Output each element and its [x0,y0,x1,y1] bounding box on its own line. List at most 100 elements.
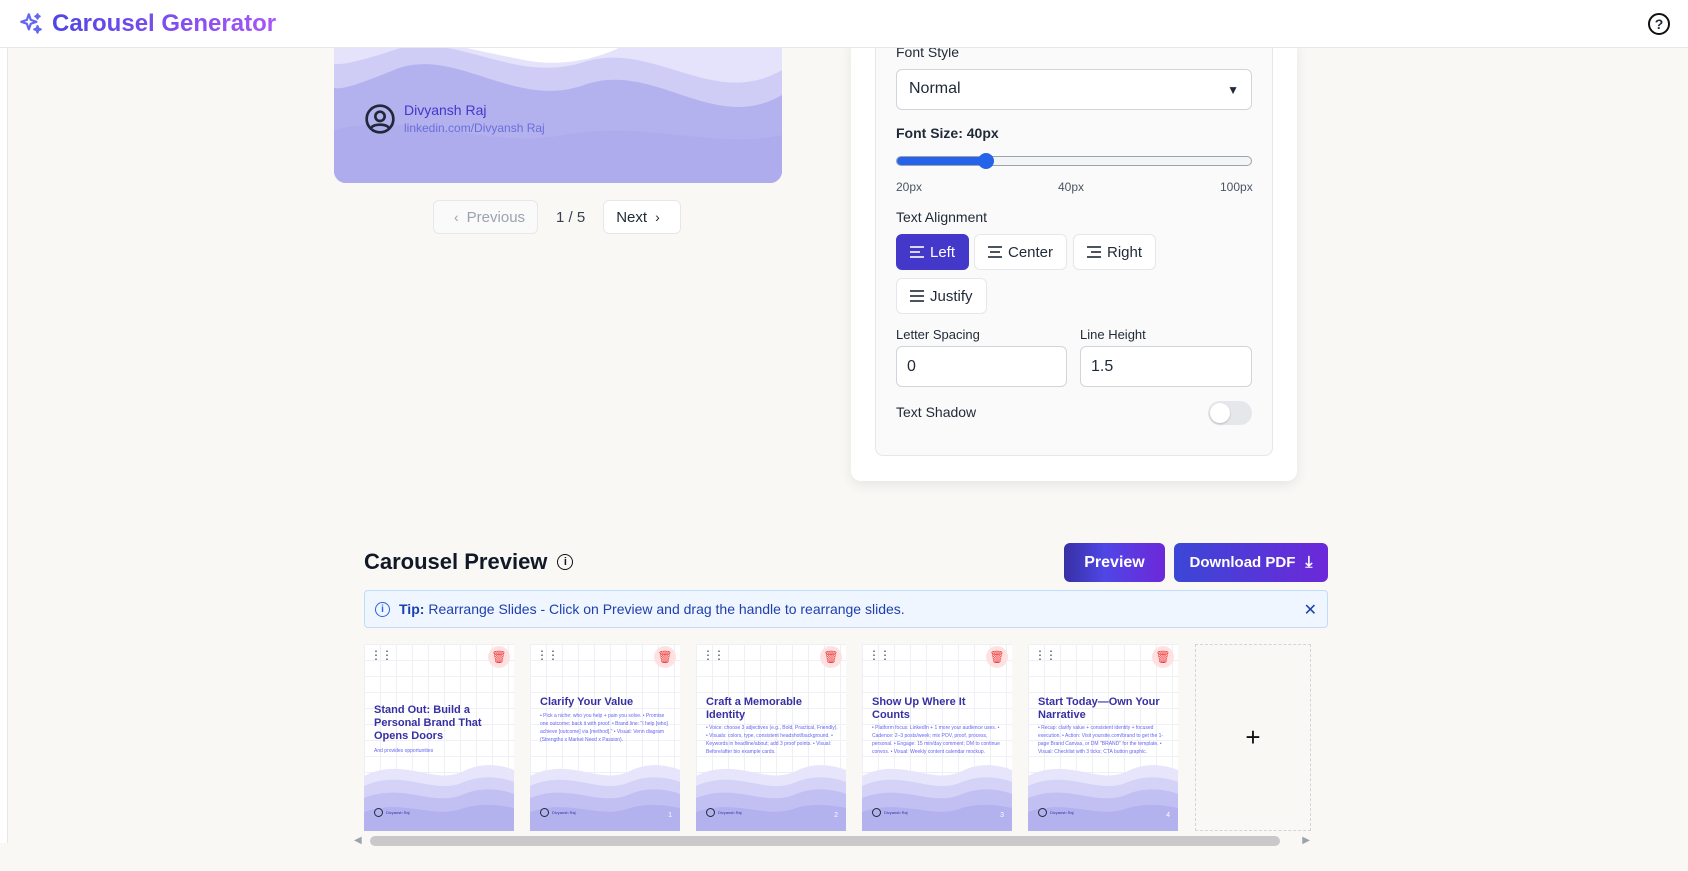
tip-label: Tip: [399,601,425,617]
author-name: Divyansh Raj [404,102,487,118]
carousel-preview-heading: Carousel Preview [364,549,548,574]
slider-thumb[interactable] [977,153,994,169]
scroll-left-icon[interactable]: ◀ [354,835,362,846]
chevron-right-icon: › [655,209,660,225]
drag-handle-icon[interactable]: ⋮⋮ [868,648,891,662]
align-left-label: Left [930,243,956,261]
trash-icon[interactable]: 🗑 [488,646,510,668]
slide-author-name: Divyansh Raj [1050,810,1074,815]
slide-pager: ‹ Previous 1 / 5 Next › [433,200,681,234]
preview-button[interactable]: Preview [1064,543,1165,582]
previous-label: Previous [466,208,526,226]
drag-handle-icon[interactable]: ⋮⋮ [536,648,559,662]
align-left-icon [910,246,924,258]
trash-icon[interactable]: 🗑 [986,646,1008,668]
font-style-value: Normal [909,80,961,97]
wave-background [696,765,846,831]
slide-author: Divyansh Raj [374,808,410,817]
horizontal-scrollbar[interactable]: ◀ ▶ [354,834,1310,848]
download-icon: ⤓ [1305,553,1313,571]
drag-handle-icon[interactable]: ⋮⋮ [370,648,393,662]
user-circle-icon [540,808,549,817]
user-circle-icon [872,808,881,817]
slide-title: Stand Out: Build a Personal Brand That O… [374,704,482,742]
slide-number: 4 [1166,812,1170,819]
close-icon[interactable]: ✕ [1304,600,1317,620]
slide-body: • Voice: choose 3 adjectives (e.g., Bold… [706,725,838,755]
wave-background [862,765,1012,831]
trash-icon[interactable]: 🗑 [1152,646,1174,668]
slide-thumbnail[interactable]: ⋮⋮ 🗑 Stand Out: Build a Personal Brand Tha… [364,644,514,831]
scroll-right-icon[interactable]: ▶ [1302,835,1310,846]
chevron-left-icon: ‹ [454,209,459,225]
slide-body: And provides opportunities [374,748,434,754]
slide-number: 3 [1000,812,1004,819]
previous-button[interactable]: ‹ Previous [433,200,539,234]
align-justify-button[interactable]: Justify [896,278,987,314]
letter-spacing-label: Letter Spacing [896,327,980,342]
slide-body: • Pick a niche: who you help + pain you … [540,713,668,743]
user-circle-icon [706,808,715,817]
slide-title: Craft a Memorable Identity [706,696,802,721]
left-edge [0,48,8,843]
info-icon: i [375,601,390,617]
align-center-label: Center [1008,243,1054,261]
carousel-preview-title: Carousel Preview i [364,549,574,575]
slide-author: Divyansh Raj [1038,808,1074,817]
slide-thumbnail[interactable]: ⋮⋮ 🗑 Clarify Your Value • Pick a niche: who… [530,644,680,831]
slide-title: Start Today—Own Your Narrative [1038,696,1160,721]
trash-icon[interactable]: 🗑 [820,646,842,668]
help-icon[interactable]: ? [1648,13,1670,35]
next-button[interactable]: Next › [603,200,681,234]
app-title: Carousel Generator [52,9,277,37]
next-label: Next [616,208,648,226]
slider-max-label: 100px [1220,180,1253,194]
align-justify-label: Justify [930,287,973,305]
trash-icon[interactable]: 🗑 [654,646,676,668]
slider-mid-label: 40px [1058,180,1085,194]
align-center-button[interactable]: Center [974,234,1068,270]
slide-author-name: Divyansh Raj [386,810,410,815]
font-style-select[interactable]: Normal ▼ [896,69,1252,110]
user-circle-icon [1038,808,1047,817]
drag-handle-icon[interactable]: ⋮⋮ [702,648,725,662]
text-alignment-label: Text Alignment [896,209,988,225]
drag-handle-icon[interactable]: ⋮⋮ [1034,648,1057,662]
slide-thumbnail[interactable]: ⋮⋮ 🗑 Start Today—Own Your Narrative • Recap… [1028,644,1178,831]
align-right-button[interactable]: Right [1073,234,1157,270]
font-size-slider[interactable] [896,153,1252,169]
slide-author: Divyansh Raj [872,808,908,817]
slide-body: • Platform focus: LinkedIn + 1 more your… [872,725,1000,755]
page-count: 1 / 5 [556,208,586,226]
download-pdf-button[interactable]: Download PDF ⤓ [1174,543,1328,582]
tip-banner: i Tip: Rearrange Slides - Click on Previ… [364,590,1328,628]
sparkles-icon [20,12,42,34]
slide-title: Show Up Where It Counts [872,696,966,721]
line-height-input[interactable]: 1.5 [1080,346,1252,387]
slide-author-name: Divyansh Raj [718,810,742,815]
align-left-button[interactable]: Left [896,234,970,270]
app-header: Carousel Generator ? [0,0,1688,48]
wave-background [1028,765,1178,831]
letter-spacing-input[interactable]: 0 [896,346,1067,387]
slide-thumbnail[interactable]: ⋮⋮ 🗑 Show Up Where It Counts • Platform foc… [862,644,1012,831]
line-height-label: Line Height [1080,327,1146,342]
wave-background [364,765,514,831]
slider-fill [897,157,986,165]
scrollbar-thumb[interactable] [370,836,1280,846]
align-justify-icon [910,290,924,302]
slide-author: Divyansh Raj [706,808,742,817]
font-size-label: Font Size: 40px [896,125,999,141]
slide-title: Clarify Your Value [540,696,634,708]
slide-thumbnail[interactable]: ⋮⋮ 🗑 Craft a Memorable Identity • Voice: ch… [696,644,846,831]
slide-number: 2 [834,812,838,819]
slide-editor-preview: Divyansh Raj linkedin.com/Divyansh Raj [334,40,782,183]
add-slide-button[interactable]: + [1195,644,1311,831]
slider-min-label: 20px [896,180,923,194]
slide-author-name: Divyansh Raj [884,810,908,815]
user-circle-icon [365,103,395,134]
slide-author-name: Divyansh Raj [552,810,576,815]
align-right-icon [1087,246,1101,258]
info-icon[interactable]: i [557,554,574,570]
text-shadow-toggle[interactable] [1208,401,1252,425]
